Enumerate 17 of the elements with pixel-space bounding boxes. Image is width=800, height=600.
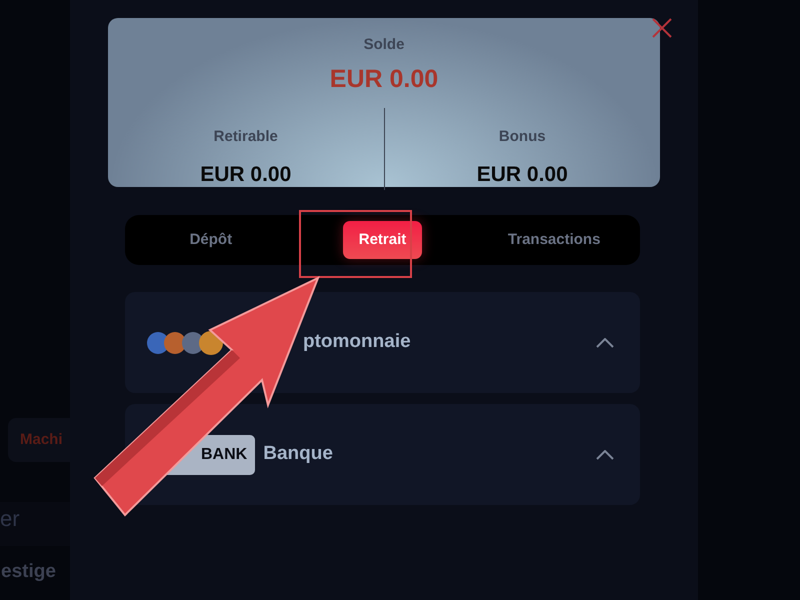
tab[interactable]: Retrait <box>342 220 422 260</box>
chevron-up-icon <box>596 338 614 348</box>
method-label: Banque <box>263 442 333 466</box>
chevron-up-icon <box>596 450 614 460</box>
balance-column-label: Retirable <box>212 127 279 147</box>
method-label: ptomonnaie <box>303 330 411 354</box>
section-heading: estige <box>1 560 57 584</box>
payment-method-row[interactable]: BANK Banque <box>125 404 640 505</box>
tab[interactable]: Transactions <box>492 220 616 260</box>
balance-column-amount: EUR 0.00 <box>476 162 569 188</box>
balance-amount: EUR 0.00 <box>328 64 440 94</box>
close-icon <box>651 17 673 39</box>
balance-label: Solde <box>362 35 406 55</box>
balance-column-label: Bonus <box>498 127 547 147</box>
balance-column-amount: EUR 0.00 <box>199 162 292 188</box>
tab[interactable]: Dépôt <box>174 220 248 260</box>
coins-icon <box>145 330 225 356</box>
